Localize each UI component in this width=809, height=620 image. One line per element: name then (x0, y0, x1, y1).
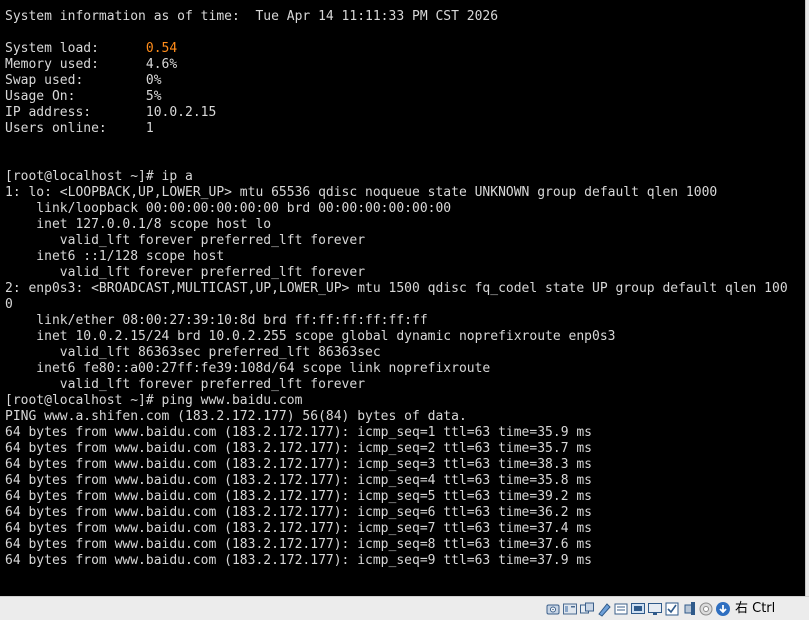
terminal-line: 64 bytes from www.baidu.com (183.2.172.1… (5, 553, 592, 568)
terminal-line: 64 bytes from www.baidu.com (183.2.172.1… (5, 521, 592, 536)
terminal-line: 0 (5, 297, 13, 312)
terminal-line: valid_lft forever preferred_lft forever (5, 265, 366, 280)
usb-icon[interactable] (613, 601, 629, 617)
terminal-line: valid_lft forever preferred_lft forever (5, 377, 366, 392)
vm-terminal-screen[interactable]: System information as of time: Tue Apr 1… (0, 0, 805, 596)
terminal-line: inet6 fe80::a00:27ff:fe39:108d/64 scope … (5, 361, 491, 376)
network-icon[interactable] (596, 601, 612, 617)
shared-folders-icon[interactable] (630, 601, 646, 617)
audio-icon[interactable] (579, 601, 595, 617)
cpu-icon[interactable] (681, 601, 697, 617)
terminal-line: PING www.a.shifen.com (183.2.172.177) 56… (5, 409, 467, 424)
terminal-line: System information as of time: Tue Apr 1… (5, 9, 499, 24)
terminal-line: [root@localhost ~]# ping www.baidu.com (5, 393, 303, 408)
terminal-line: Usage On: 5% (5, 89, 162, 104)
terminal-line: 2: enp0s3: <BROADCAST,MULTICAST,UP,LOWER… (5, 281, 788, 296)
terminal-line: [root@localhost ~]# ip a (5, 169, 193, 184)
terminal-line: IP address: 10.0.2.15 (5, 105, 217, 120)
display-icon[interactable] (647, 601, 663, 617)
terminal-line: link/loopback 00:00:00:00:00:00 brd 00:0… (5, 201, 452, 216)
recording-icon[interactable] (664, 601, 680, 617)
terminal-line: 64 bytes from www.baidu.com (183.2.172.1… (5, 441, 592, 456)
terminal-line: 64 bytes from www.baidu.com (183.2.172.1… (5, 457, 592, 472)
terminal-line: inet 10.0.2.15/24 brd 10.0.2.255 scope g… (5, 329, 616, 344)
window-edge (805, 0, 809, 596)
vm-status-bar: 右 Ctrl (0, 596, 809, 620)
terminal-line: 1: lo: <LOOPBACK,UP,LOWER_UP> mtu 65536 … (5, 185, 718, 200)
keyboard-capture-icon[interactable] (715, 601, 731, 617)
terminal-line: inet6 ::1/128 scope host (5, 249, 225, 264)
host-key-label: 右 Ctrl (735, 601, 776, 616)
optical-drive-icon[interactable] (562, 601, 578, 617)
terminal-line: Memory used: 4.6% (5, 57, 178, 72)
terminal-line: 64 bytes from www.baidu.com (183.2.172.1… (5, 489, 592, 504)
status-indicators: 右 Ctrl (545, 600, 775, 618)
mouse-integration-icon[interactable] (698, 601, 714, 617)
terminal-line: 64 bytes from www.baidu.com (183.2.172.1… (5, 425, 592, 440)
hard-disk-icon[interactable] (545, 601, 561, 617)
terminal-line: valid_lft forever preferred_lft forever (5, 233, 366, 248)
terminal-line-system-load: System load: 0.54 (5, 41, 788, 57)
terminal-line: Swap used: 0% (5, 73, 162, 88)
terminal-line: 64 bytes from www.baidu.com (183.2.172.1… (5, 505, 592, 520)
terminal-output: System information as of time: Tue Apr 1… (5, 9, 788, 569)
terminal-line: link/ether 08:00:27:39:10:8d brd ff:ff:f… (5, 313, 428, 328)
system-load-label: System load: (5, 41, 146, 56)
terminal-line: 64 bytes from www.baidu.com (183.2.172.1… (5, 537, 592, 552)
terminal-line: 64 bytes from www.baidu.com (183.2.172.1… (5, 473, 592, 488)
terminal-line: Users online: 1 (5, 121, 154, 136)
system-load-value: 0.54 (145, 41, 178, 56)
terminal-line: inet 127.0.0.1/8 scope host lo (5, 217, 272, 232)
terminal-line: valid_lft 86363sec preferred_lft 86363se… (5, 345, 381, 360)
